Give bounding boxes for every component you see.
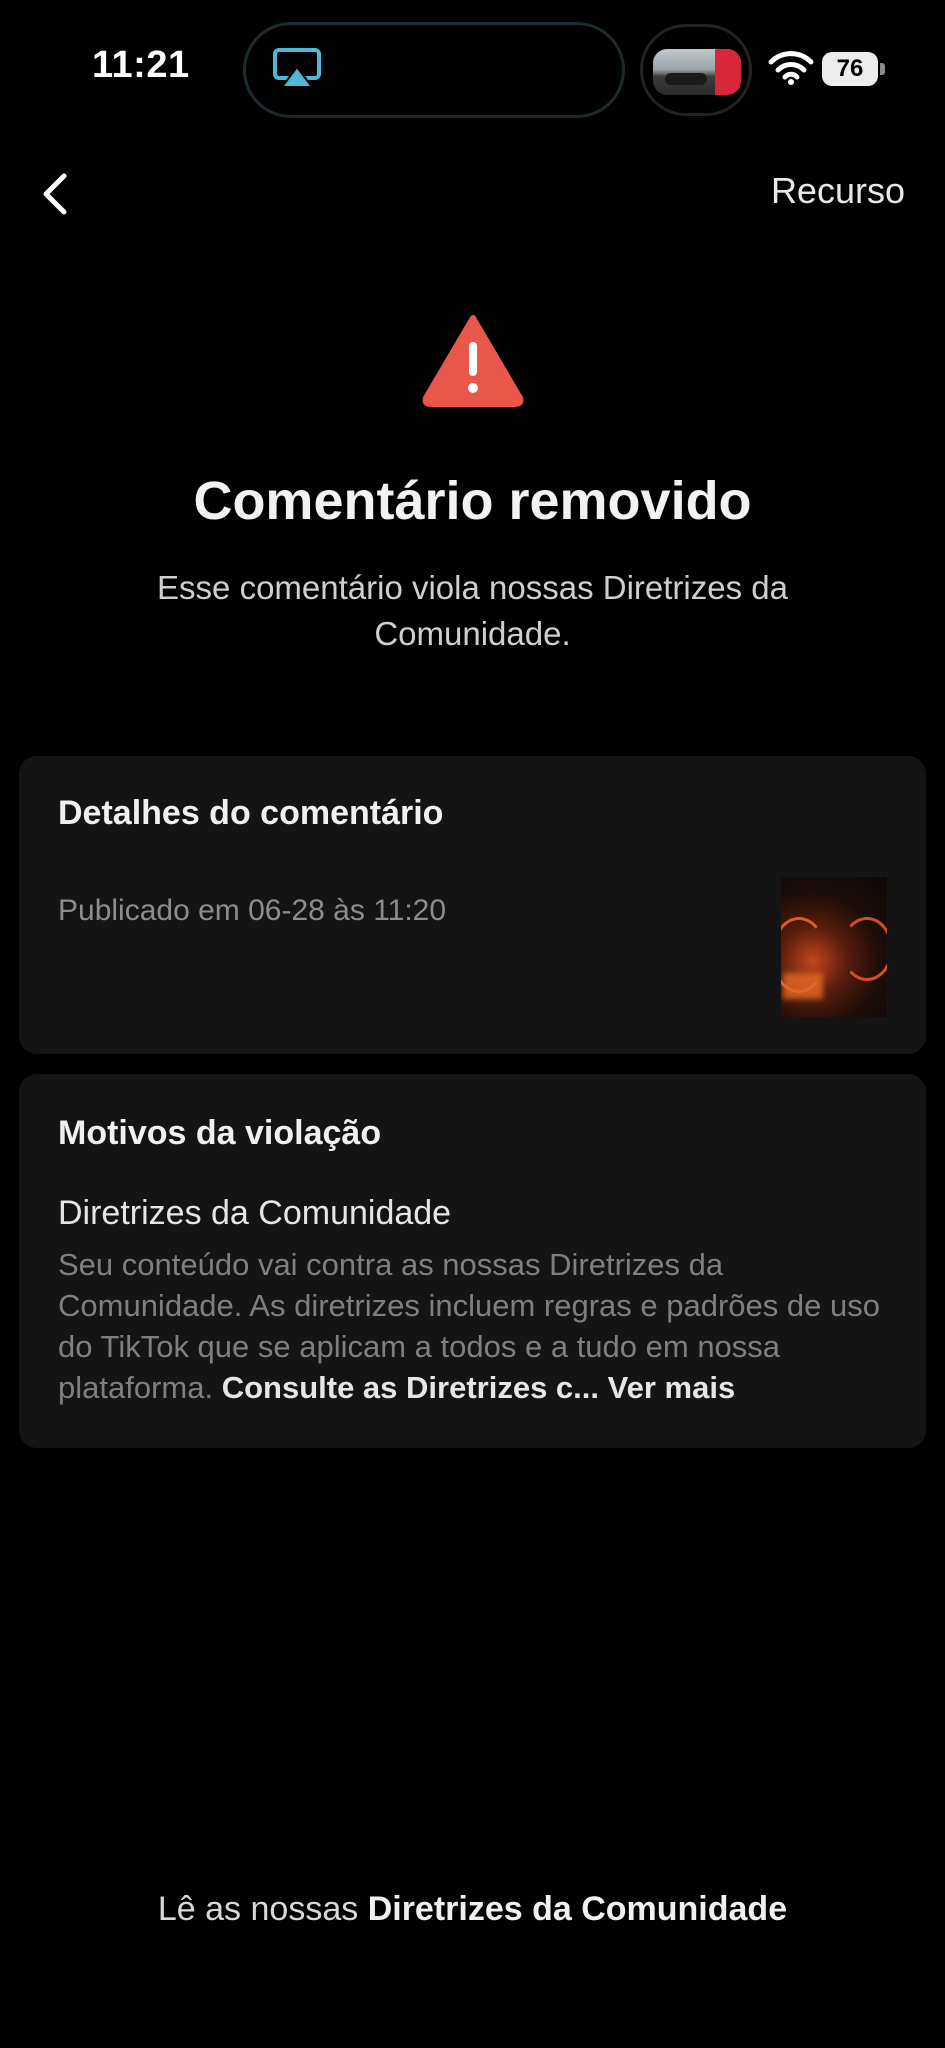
chevron-left-icon: [43, 173, 67, 215]
status-bar: 11:21 76: [0, 0, 945, 140]
video-thumbnail[interactable]: [781, 877, 887, 1017]
battery-level: 76: [836, 55, 864, 82]
wifi-icon: [768, 51, 814, 85]
back-button[interactable]: [30, 166, 80, 222]
warning-icon: [422, 315, 524, 407]
see-more-link[interactable]: Ver mais: [608, 1370, 736, 1405]
page-title: Comentário removido: [193, 471, 752, 531]
consult-guidelines-link[interactable]: Consulte as Diretrizes c...: [222, 1370, 599, 1405]
violation-reasons-card: Motivos da violação Diretrizes da Comuni…: [19, 1074, 926, 1448]
battery-icon: 76: [822, 52, 885, 86]
guideline-title: Diretrizes da Comunidade: [58, 1194, 452, 1232]
community-guidelines-link[interactable]: Diretrizes da Comunidade: [368, 1890, 787, 1928]
published-date: Publicado em 06-28 às 11:20: [58, 894, 447, 927]
pip-video-thumbnail: [653, 49, 741, 95]
picture-in-picture-preview[interactable]: [640, 24, 752, 116]
status-time: 11:21: [92, 44, 190, 86]
comment-details-card: Detalhes do comentário Publicado em 06-2…: [19, 756, 926, 1054]
appeal-button[interactable]: Recurso: [771, 170, 905, 212]
page-subtitle: Esse comentário viola nossas Diretrizes …: [157, 569, 788, 652]
details-card-title: Detalhes do comentário: [58, 794, 444, 832]
footer-prefix: Lê as nossas: [157, 1890, 359, 1928]
footer-guidelines: Lê as nossas Diretrizes da Comunidade: [0, 1890, 945, 1929]
guideline-description: Seu conteúdo vai contra as nossas Diretr…: [58, 1244, 898, 1408]
dynamic-island[interactable]: [243, 22, 625, 118]
reasons-card-title: Motivos da violação: [58, 1114, 382, 1152]
airplay-icon: [273, 48, 321, 88]
